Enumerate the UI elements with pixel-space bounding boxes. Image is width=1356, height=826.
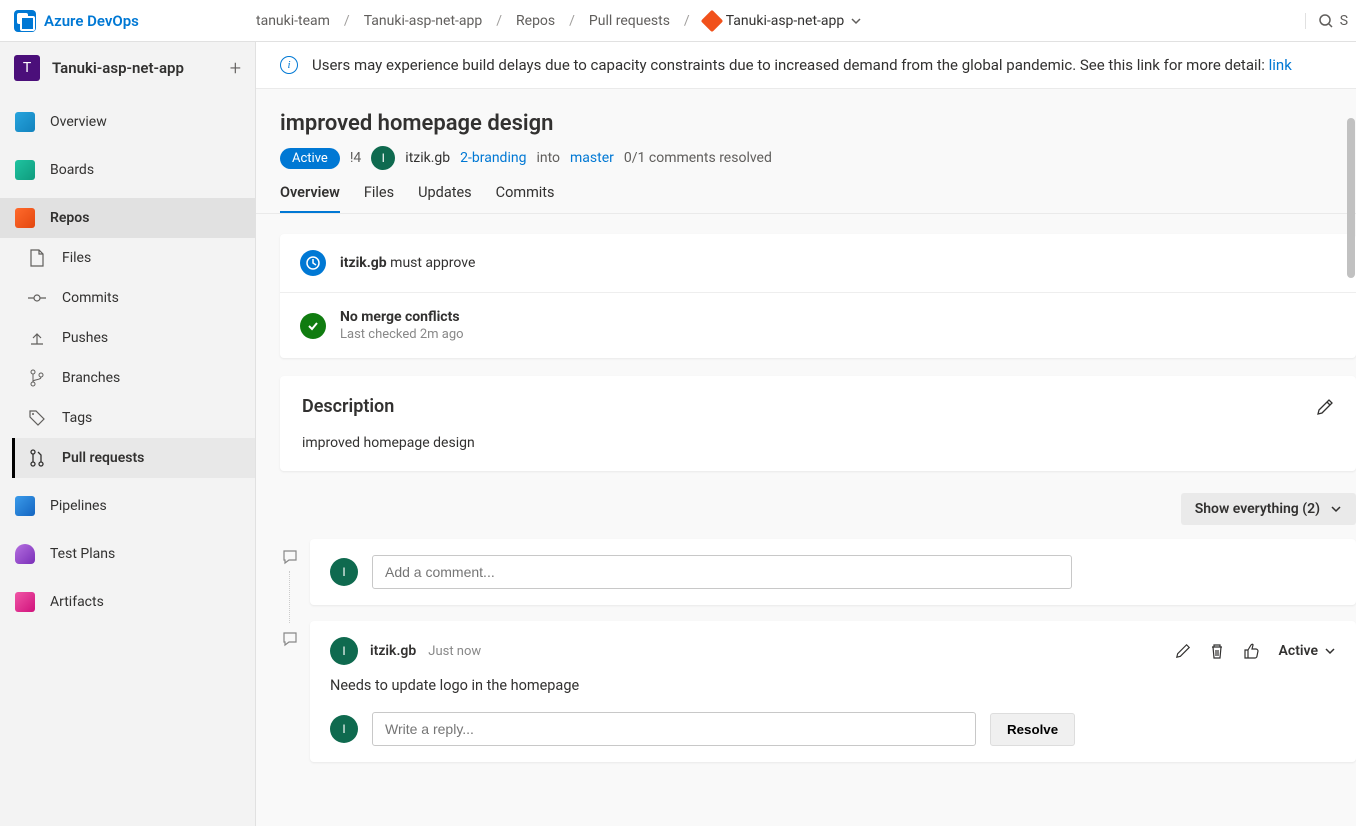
project-header[interactable]: T Tanuki-asp-net-app + [0,42,255,94]
repos-subnav: Files Commits Pushes Branches Tags Pull … [0,238,255,478]
comment-avatar: I [330,637,358,665]
merge-status-row: No merge conflicts Last checked 2m ago [280,292,1356,358]
delete-comment-button[interactable] [1209,643,1225,659]
pr-header: improved homepage design Active !4 I itz… [256,89,1356,170]
boards-icon [14,159,36,181]
thumbs-up-icon [1243,642,1261,660]
comment-thread: I itzik.gb Just now Active [280,621,1356,762]
target-branch[interactable]: master [570,150,614,166]
sidebar-hub-overview[interactable]: Overview [0,102,255,142]
pipelines-icon [14,495,36,517]
push-icon [26,327,48,349]
overview-icon [14,111,36,133]
sidebar-hub-boards[interactable]: Boards [0,150,255,190]
reply-avatar: I [330,715,358,743]
brand-logo[interactable]: Azure DevOps [8,10,256,32]
new-comment-thread: I [280,539,1356,605]
source-branch[interactable]: 2-branding [460,150,526,166]
banner-link[interactable]: link [1269,56,1292,74]
sidebar-item-pull-requests[interactable]: Pull requests [12,438,255,478]
current-user-avatar: I [330,558,358,586]
add-button[interactable]: + [230,56,241,80]
breadcrumb-item[interactable]: Tanuki-asp-net-app [364,13,483,29]
global-search[interactable]: S [1305,13,1348,29]
author-avatar[interactable]: I [371,146,395,170]
scrollbar[interactable] [1346,118,1356,826]
info-icon: i [280,56,298,74]
sidebar-item-files[interactable]: Files [12,238,255,278]
description-body: improved homepage design [302,435,1334,451]
chevron-down-icon [850,15,862,27]
clock-icon [300,250,326,276]
breadcrumb: tanuki-team/ Tanuki-asp-net-app/ Repos/ … [256,13,1305,29]
file-icon [26,247,48,269]
pull-request-icon [26,447,48,469]
search-icon [1318,13,1334,29]
comment-status-dropdown[interactable]: Active [1279,643,1336,659]
chevron-down-icon [1330,503,1342,515]
breadcrumb-item[interactable]: Repos [516,13,555,29]
tab-overview[interactable]: Overview [280,184,340,213]
breadcrumb-item[interactable]: tanuki-team [256,13,330,29]
sidebar-item-commits[interactable]: Commits [12,278,255,318]
sidebar-hub-test-plans[interactable]: Test Plans [0,534,255,574]
top-bar: Azure DevOps tanuki-team/ Tanuki-asp-net… [0,0,1356,42]
trash-icon [1209,643,1225,659]
pr-meta: Active !4 I itzik.gb 2-branding into mas… [280,146,1332,170]
git-repo-icon [700,9,723,32]
comment-body: Needs to update logo in the homepage [330,677,1336,694]
resolve-button[interactable]: Resolve [990,713,1075,746]
comment-icon [282,631,298,647]
tag-icon [26,407,48,429]
reply-input[interactable] [372,712,976,746]
project-name: Tanuki-asp-net-app [52,59,184,77]
brand-text: Azure DevOps [44,12,139,30]
add-comment-input[interactable] [372,555,1072,589]
sidebar-item-branches[interactable]: Branches [12,358,255,398]
info-banner: i Users may experience build delays due … [256,42,1356,89]
tab-commits[interactable]: Commits [496,184,555,213]
tab-updates[interactable]: Updates [418,184,472,213]
sidebar: T Tanuki-asp-net-app + Overview Boards R… [0,42,256,826]
sidebar-item-pushes[interactable]: Pushes [12,318,255,358]
comment-icon [282,549,298,565]
checks-card: itzik.gb must approve No merge conflicts… [280,234,1356,358]
pencil-icon [1316,398,1334,416]
sidebar-item-tags[interactable]: Tags [12,398,255,438]
project-avatar: T [14,55,40,81]
pencil-icon [1175,643,1191,659]
sidebar-hub-artifacts[interactable]: Artifacts [0,582,255,622]
breadcrumb-item[interactable]: Pull requests [589,13,670,29]
repo-picker[interactable]: Tanuki-asp-net-app [704,13,863,29]
pr-tabs: Overview Files Updates Commits [256,170,1356,214]
artifacts-icon [14,591,36,613]
comments-resolved: 0/1 comments resolved [624,150,772,166]
page-title: improved homepage design [280,111,1332,136]
banner-text: Users may experience build delays due to… [312,56,1292,74]
author-name[interactable]: itzik.gb [405,150,450,166]
edit-comment-button[interactable] [1175,643,1191,659]
description-card: Description improved homepage design [280,376,1356,471]
filter-dropdown[interactable]: Show everything (2) [1181,493,1356,525]
status-badge: Active [280,148,340,169]
repos-icon [14,207,36,229]
sidebar-hub-pipelines[interactable]: Pipelines [0,486,255,526]
tab-files[interactable]: Files [364,184,394,213]
sidebar-hub-repos[interactable]: Repos [0,198,255,238]
azure-devops-icon [14,10,36,32]
chevron-down-icon [1324,645,1336,657]
check-icon [300,313,326,339]
edit-description-button[interactable] [1316,398,1334,416]
description-heading: Description [302,396,394,417]
commit-icon [26,287,48,309]
main-content: i Users may experience build delays due … [256,42,1356,826]
test-plans-icon [14,543,36,565]
like-button[interactable] [1243,642,1261,660]
branch-icon [26,367,48,389]
comment-time: Just now [428,644,481,659]
pr-id: !4 [350,150,361,166]
comment-author[interactable]: itzik.gb [370,643,416,659]
approval-required-row: itzik.gb must approve [280,234,1356,292]
